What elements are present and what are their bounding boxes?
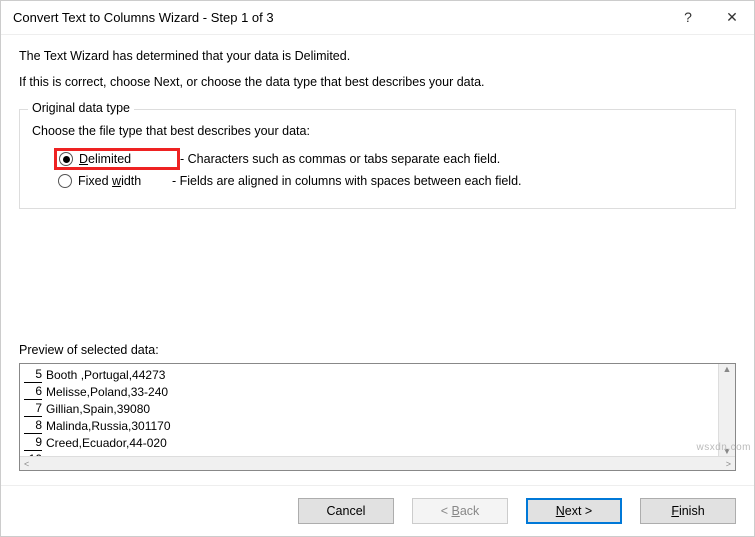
original-data-type-group: Original data type Choose the file type … (19, 109, 736, 209)
preview-section: Preview of selected data: 5Booth ,Portug… (19, 343, 736, 471)
next-button[interactable]: Next > (526, 498, 622, 524)
scroll-right-icon[interactable]: > (726, 459, 731, 469)
preview-box: 5Booth ,Portugal,44273 6Melisse,Poland,3… (19, 363, 736, 471)
info-line-2: If this is correct, choose Next, or choo… (19, 75, 736, 89)
fixed-desc: - Fields are aligned in columns with spa… (172, 174, 522, 188)
preview-line: 6Melisse,Poland,33-240 (24, 383, 735, 400)
help-button[interactable]: ? (678, 9, 698, 26)
choose-label: Choose the file type that best describes… (32, 124, 723, 138)
wizard-dialog: Convert Text to Columns Wizard - Step 1 … (0, 0, 755, 537)
radio-delimited[interactable] (59, 152, 73, 166)
preview-label: Preview of selected data: (19, 343, 736, 357)
scrollbar-horizontal[interactable]: < > (20, 456, 735, 470)
button-row: Cancel < Back Next > Finish (1, 485, 754, 536)
preview-line: 8Malinda,Russia,301170 (24, 417, 735, 434)
watermark: wsxdn.com (696, 442, 751, 453)
radio-delimited-label[interactable]: Delimited (79, 152, 157, 166)
cancel-button[interactable]: Cancel (298, 498, 394, 524)
delimited-desc: - Characters such as commas or tabs sepa… (180, 152, 500, 166)
radio-fixed-width[interactable] (58, 174, 72, 188)
window-title: Convert Text to Columns Wizard - Step 1 … (13, 10, 678, 25)
preview-lines: 5Booth ,Portugal,44273 6Melisse,Poland,3… (20, 364, 735, 468)
radio-row-fixed: Fixed width - Fields are aligned in colu… (58, 174, 723, 188)
finish-button[interactable]: Finish (640, 498, 736, 524)
back-button: < Back (412, 498, 508, 524)
scroll-up-icon[interactable]: ▲ (723, 364, 732, 374)
scroll-left-icon[interactable]: < (24, 459, 29, 469)
radio-fixed-label[interactable]: Fixed width (78, 174, 156, 188)
preview-line: 5Booth ,Portugal,44273 (24, 366, 735, 383)
highlight-delimited: Delimited (54, 148, 180, 170)
content-area: The Text Wizard has determined that your… (1, 35, 754, 485)
info-line-1: The Text Wizard has determined that your… (19, 49, 736, 63)
preview-line: 7Gillian,Spain,39080 (24, 400, 735, 417)
fieldset-legend: Original data type (28, 101, 134, 115)
titlebar-buttons: ? ✕ (678, 9, 742, 26)
titlebar: Convert Text to Columns Wizard - Step 1 … (1, 1, 754, 35)
close-button[interactable]: ✕ (722, 9, 742, 26)
radio-row-delimited: Delimited - Characters such as commas or… (54, 148, 723, 170)
preview-line: 9Creed,Ecuador,44-020 (24, 434, 735, 451)
